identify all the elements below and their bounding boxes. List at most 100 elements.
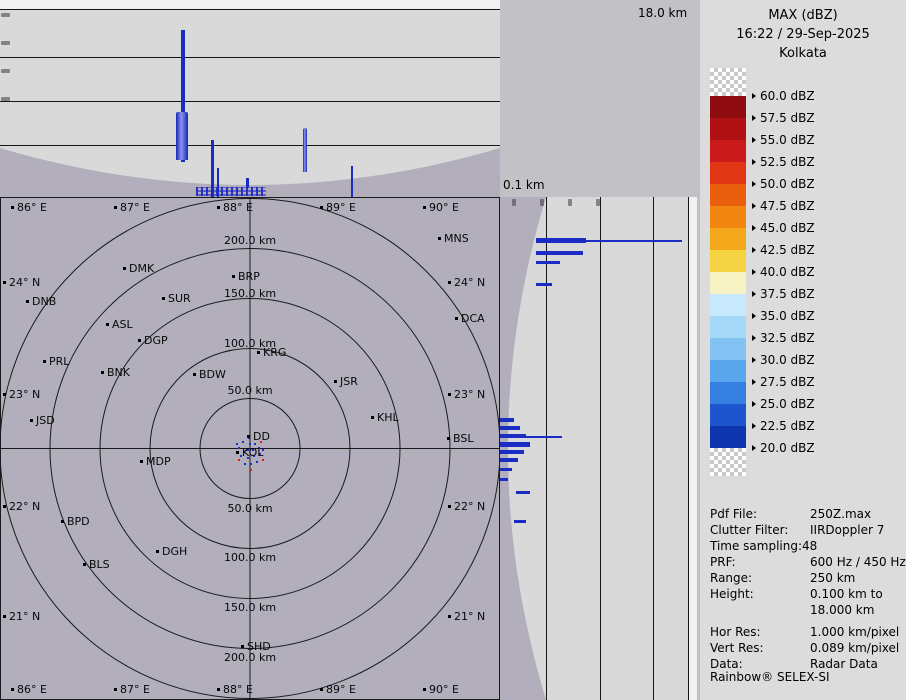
longitude-label-text: 89° E (326, 683, 356, 696)
marker-dot-icon (123, 267, 126, 270)
echo-bar (500, 426, 520, 430)
scale-cell (710, 404, 746, 426)
longitude-label-text: 86° E (17, 683, 47, 696)
latitude-label: 24° N (3, 276, 40, 289)
scale-label: 45.0 dBZ (752, 221, 815, 235)
marker-dot-icon (320, 206, 323, 209)
marker-dot-icon (241, 645, 244, 648)
echo-bar (516, 491, 530, 494)
metadata-row: Height:0.100 km to (710, 586, 904, 602)
city-marker: BNK (101, 366, 130, 379)
city-marker: PRL (43, 355, 69, 368)
scale-cell (710, 162, 746, 184)
longitude-label: 86° E (11, 683, 47, 696)
marker-dot-icon (11, 688, 14, 691)
axis-tick (568, 199, 572, 206)
city-label: MNS (444, 232, 469, 245)
metadata-value: 600 Hz / 450 Hz (810, 554, 906, 570)
longitude-label: 87° E (114, 683, 150, 696)
scale-label-text: 25.0 dBZ (760, 397, 815, 411)
longitude-label: 88° E (217, 201, 253, 214)
legend-panel: MAX (dBZ) 16:22 / 29-Sep-2025 Kolkata 60… (700, 0, 906, 700)
city-label: BNK (107, 366, 130, 379)
city-marker: KHL (371, 411, 399, 424)
echo-bar (536, 251, 583, 255)
city-marker: JSR (334, 375, 358, 388)
city-label: PRL (49, 355, 69, 368)
city-marker: JSD (30, 414, 55, 427)
marker-dot-icon (257, 351, 260, 354)
scale-label: 50.0 dBZ (752, 177, 815, 191)
latitude-label-text: 24° N (9, 276, 40, 289)
marker-dot-icon (106, 323, 109, 326)
scale-tick-icon (752, 401, 756, 407)
city-marker: KOL (236, 446, 263, 459)
scale-label: 55.0 dBZ (752, 133, 815, 147)
city-marker: DNB (26, 295, 56, 308)
marker-dot-icon (193, 373, 196, 376)
scale-tick-icon (752, 335, 756, 341)
echo-bar (526, 436, 562, 438)
latitude-label-text: 23° N (454, 388, 485, 401)
city-label: SUR (168, 292, 191, 305)
echo-bar (500, 468, 512, 471)
longitude-label-text: 86° E (17, 201, 47, 214)
latitude-label-text: 23° N (9, 388, 40, 401)
longitude-label-text: 87° E (120, 201, 150, 214)
metadata-value: 250 km (810, 570, 855, 586)
marker-dot-icon (448, 505, 451, 508)
scale-cell (710, 228, 746, 250)
range-gridline (653, 197, 654, 700)
metadata-row: 18.000 km (710, 602, 904, 618)
beyond-range-mask (500, 197, 546, 700)
metadata-row: Clutter Filter:IIRDoppler 7 (710, 522, 904, 538)
echo-column (303, 128, 307, 172)
echo-bar (586, 240, 682, 242)
marker-dot-icon (114, 206, 117, 209)
map-overlay: 86° E 86° E 87° E 87° E 88° E 88° E 89° E 89° E… (0, 197, 500, 700)
latitude-label: 23° N (448, 388, 485, 401)
longitude-label-text: 88° E (223, 683, 253, 696)
range-ring-label: 150.0 km (224, 601, 276, 614)
echo-column (351, 166, 353, 197)
marker-dot-icon (156, 550, 159, 553)
metadata-value: 18.000 km (810, 602, 874, 618)
city-label: DGP (144, 334, 168, 347)
latitude-label-text: 22° N (454, 500, 485, 513)
max-height-label: 18.0 km (638, 6, 687, 20)
range-gridline (600, 197, 601, 700)
latitude-label: 22° N (448, 500, 485, 513)
metadata-key: PRF: (710, 554, 810, 570)
longitude-label: 89° E (320, 201, 356, 214)
city-marker: BPD (61, 515, 90, 528)
city-marker: BDW (193, 368, 226, 381)
scale-tick-icon (752, 225, 756, 231)
scale-cell (710, 206, 746, 228)
scale-tick-icon (752, 445, 756, 451)
echo-column (176, 112, 188, 160)
height-gridline (0, 145, 500, 146)
marker-dot-icon (232, 275, 235, 278)
side-profile-canvas (500, 197, 697, 700)
scale-cell (710, 382, 746, 404)
metadata-row: PRF:600 Hz / 450 Hz (710, 554, 904, 570)
height-gridline (0, 9, 500, 10)
scale-tick-icon (752, 159, 756, 165)
scale-tick-icon (752, 115, 756, 121)
marker-dot-icon (138, 339, 141, 342)
scale-tick-icon (752, 423, 756, 429)
scale-label-text: 42.5 dBZ (760, 243, 815, 257)
axis-tick (1, 69, 10, 73)
echo-bar (500, 450, 524, 454)
scale-tick-icon (752, 357, 756, 363)
scale-tick-icon (752, 379, 756, 385)
city-label: BSL (453, 432, 473, 445)
city-marker: SUR (162, 292, 191, 305)
side-height-profile-panel (500, 197, 697, 700)
scale-cell (710, 272, 746, 294)
longitude-label-text: 87° E (120, 683, 150, 696)
height-gridline (0, 57, 500, 58)
scale-cell (710, 250, 746, 272)
radar-map[interactable]: 86° E 86° E 87° E 87° E 88° E 88° E 89° E 89° E… (0, 197, 500, 700)
metadata-key: Range: (710, 570, 810, 586)
